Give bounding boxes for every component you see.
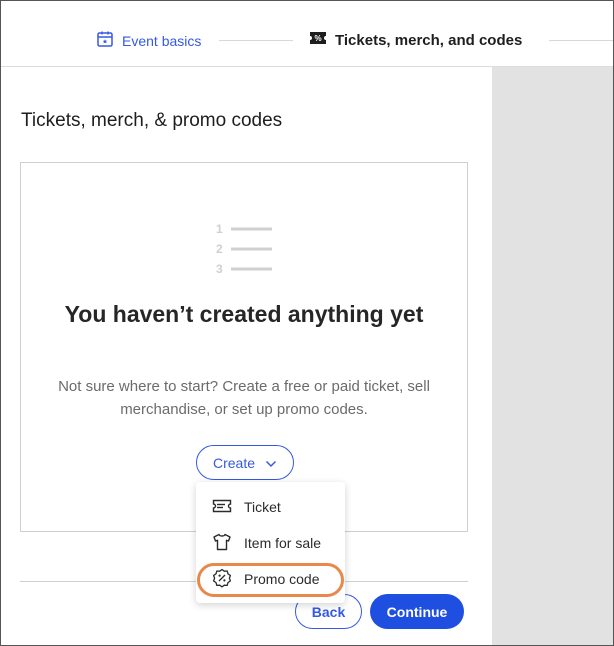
discount-badge-icon	[212, 568, 232, 591]
menu-item-ticket[interactable]: Ticket	[196, 489, 345, 525]
svg-text:%: %	[314, 34, 321, 43]
empty-state-card: 1 2 3 You haven’t created anything yet N…	[20, 162, 468, 532]
empty-state-heading: You haven’t created anything yet	[64, 301, 424, 327]
list-number: 3	[216, 262, 223, 276]
shirt-icon	[212, 533, 232, 554]
ticket-icon: %	[309, 30, 327, 50]
continue-button[interactable]: Continue	[370, 594, 464, 629]
ticket-icon	[212, 498, 232, 517]
menu-item-label: Item for sale	[244, 535, 322, 551]
step-divider	[549, 40, 613, 41]
page-title: Tickets, merch, & promo codes	[21, 110, 283, 131]
step-tickets-merch-codes[interactable]: % Tickets, merch, and codes	[309, 30, 522, 50]
create-menu: Ticket Item for sale Promo code	[196, 482, 345, 603]
list-number: 1	[216, 222, 223, 236]
step-divider	[219, 40, 293, 41]
preview-panel	[492, 67, 613, 645]
menu-item-label: Ticket	[244, 499, 281, 515]
list-number: 2	[216, 242, 223, 256]
numbered-list-icon: 1 2 3	[216, 220, 276, 276]
empty-state-description: Not sure where to start? Create a free o…	[58, 378, 430, 418]
step-label: Tickets, merch, and codes	[335, 31, 523, 49]
step-navigation: Event basics % Tickets, merch, and codes	[1, 1, 613, 67]
app-window: Event basics % Tickets, merch, and codes…	[0, 0, 614, 646]
chevron-down-icon	[265, 455, 277, 471]
menu-item-label: Promo code	[244, 571, 320, 587]
step-event-basics[interactable]: Event basics	[96, 30, 201, 51]
step-label: Event basics	[122, 32, 202, 49]
create-dropdown-button[interactable]: Create	[196, 445, 294, 480]
calendar-icon	[96, 30, 114, 51]
create-button-label: Create	[212, 454, 256, 471]
menu-item-item-for-sale[interactable]: Item for sale	[196, 525, 345, 561]
menu-item-promo-code[interactable]: Promo code	[196, 561, 345, 597]
